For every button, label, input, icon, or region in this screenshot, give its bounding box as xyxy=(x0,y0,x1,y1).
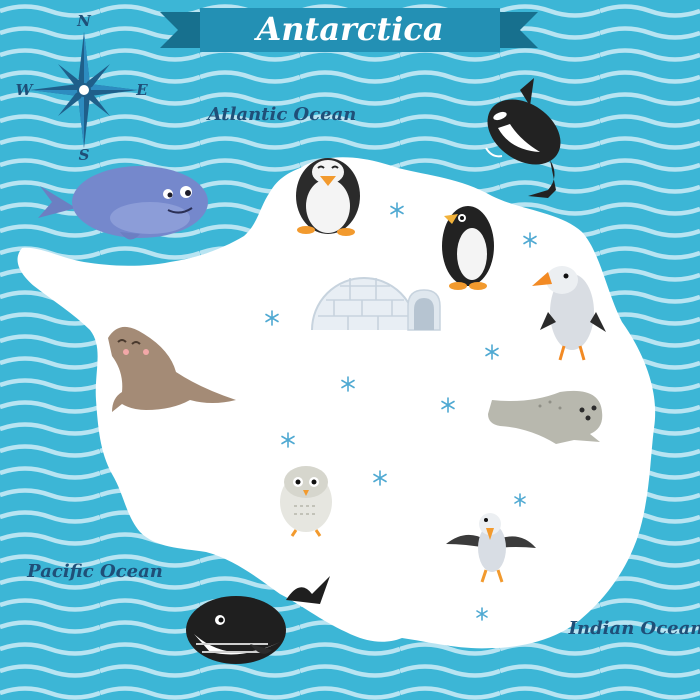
ocean-label-indian: Indian Ocean xyxy=(568,618,700,639)
map-canvas: Antarctica N S W E Atlantic Ocean Pacifi… xyxy=(0,0,700,700)
compass-west-label: W xyxy=(16,81,35,99)
title-banner: Antarctica xyxy=(160,8,538,52)
compass-east-label: E xyxy=(135,81,148,99)
antarctica-map: Antarctica N S W E Atlantic Ocean Pacifi… xyxy=(0,0,700,700)
ocean-label-pacific: Pacific Ocean xyxy=(26,561,163,582)
compass-south-label: S xyxy=(79,146,90,164)
ocean-label-atlantic: Atlantic Ocean xyxy=(206,104,357,125)
compass-north-label: N xyxy=(76,12,92,30)
map-title: Antarctica xyxy=(253,10,443,48)
